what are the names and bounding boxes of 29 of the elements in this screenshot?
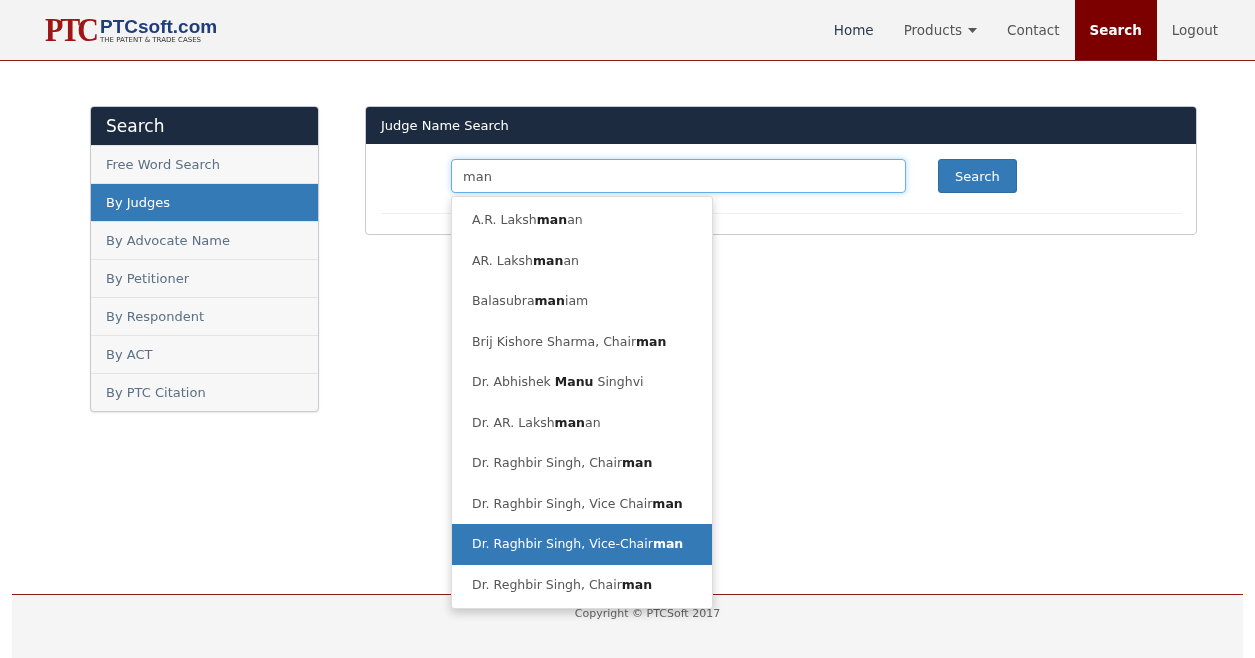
search-button[interactable]: Search: [938, 159, 1017, 193]
suggestion-item[interactable]: Balasubramaniam: [452, 281, 712, 322]
panel-title: Judge Name Search: [366, 107, 1196, 144]
sidebar-item[interactable]: By Judges: [91, 183, 318, 221]
sidebar-item[interactable]: By ACT: [91, 335, 318, 373]
nav-link[interactable]: Contact: [991, 0, 1075, 60]
nav-link[interactable]: Products: [888, 0, 992, 60]
search-field[interactable]: man: [451, 159, 906, 193]
sidebar-title: Search: [91, 107, 318, 145]
suggestion-item[interactable]: Dr. Abhishek Manu Singhvi: [452, 362, 712, 403]
sidebar-item[interactable]: By Petitioner: [91, 259, 318, 297]
suggestion-item[interactable]: Dr. Raghbir Singh, Vice Chairman: [452, 483, 712, 524]
suggestion-item[interactable]: Dr. Reghbir Singh, Chairman: [452, 564, 712, 605]
site-name[interactable]: PTCsoft.com: [100, 16, 218, 36]
sidebar-item[interactable]: By PTC Citation: [91, 373, 318, 411]
suggestion-item[interactable]: AR. Lakshmanan: [452, 240, 712, 281]
nav-link[interactable]: Logout: [1156, 0, 1233, 60]
suggestion-item[interactable]: Brij Kishore Sharma, Chairman: [452, 321, 712, 362]
suggestion-item[interactable]: Dr. Raghbir Singh, Vice-Chairman: [452, 524, 712, 565]
copyright-text: Copyright © PTCSoft 2017: [574, 607, 721, 621]
sidebar-item[interactable]: By Advocate Name: [91, 221, 318, 259]
nav-link[interactable]: Search: [1074, 0, 1157, 60]
logo-mark[interactable]: PTC: [45, 11, 96, 49]
sidebar-item[interactable]: By Respondent: [91, 297, 318, 335]
suggestion-item[interactable]: Dr. Raghbir Singh, Chairman: [452, 443, 712, 484]
nav-link[interactable]: Home: [818, 0, 889, 60]
suggestion-item[interactable]: Dr. AR. Lakshmanan: [452, 402, 712, 443]
caret-icon: [967, 27, 977, 33]
suggestion-item[interactable]: A.R. Lakshmanan: [452, 200, 712, 241]
